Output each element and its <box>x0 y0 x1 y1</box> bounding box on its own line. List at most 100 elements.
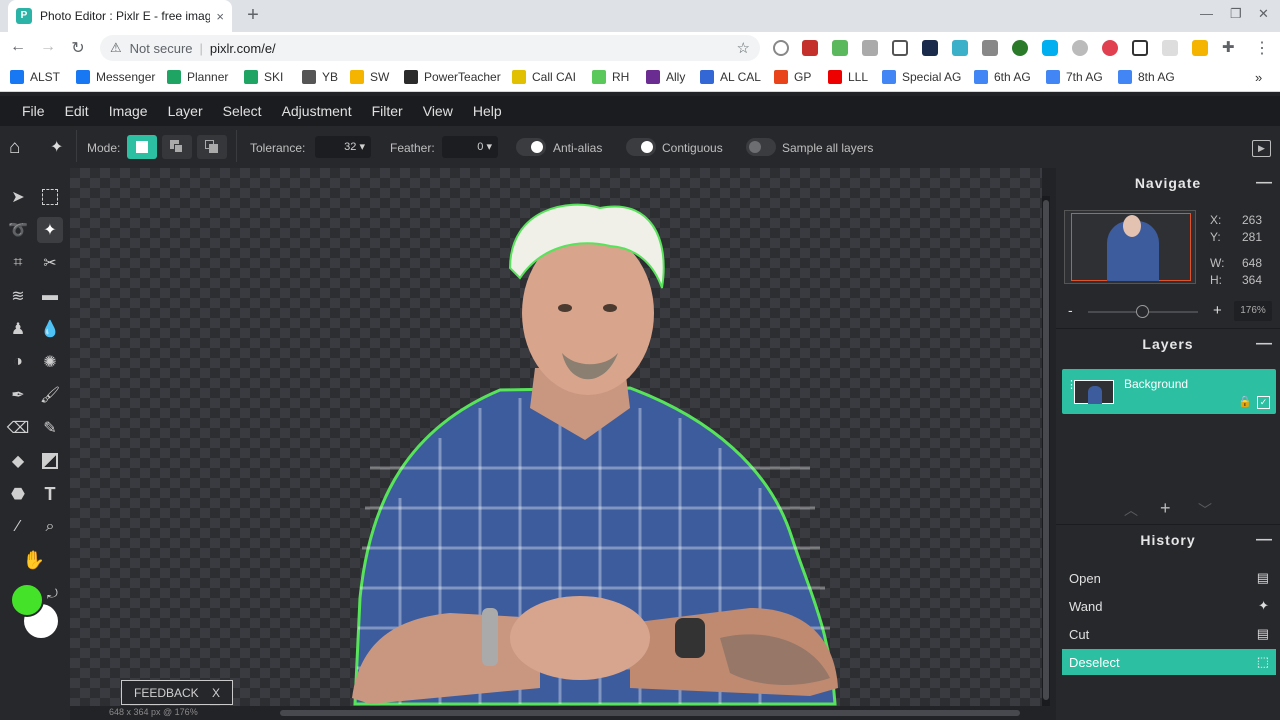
pen-tool-icon[interactable]: ✒ <box>5 382 31 408</box>
crop-tool-icon[interactable]: ⌗ <box>5 250 31 276</box>
forward-icon[interactable]: → <box>38 38 58 56</box>
bookmark-6th-ag[interactable]: 6th AG <box>974 70 1031 84</box>
bookmark-ski[interactable]: SKI <box>244 70 283 84</box>
address-bar[interactable]: ⚠ Not secure | pixlr.com/e/ ☆ <box>100 35 760 61</box>
layer-item-background[interactable]: ⋮ Background 🔒 ✓ <box>1062 369 1276 414</box>
primary-color-swatch[interactable] <box>10 583 44 617</box>
text-tool-icon[interactable]: T <box>37 481 63 507</box>
menu-help[interactable]: Help <box>473 103 502 119</box>
hand-tool-icon[interactable]: ✋ <box>21 547 47 573</box>
navigator-thumbnail[interactable] <box>1064 210 1196 284</box>
restore-icon[interactable]: ❐ <box>1230 6 1242 22</box>
zoom-input[interactable]: 176% <box>1234 301 1272 321</box>
eyedropper-icon[interactable]: ⁄ <box>5 514 31 540</box>
bookmark-sw[interactable]: SW <box>350 70 389 84</box>
bookmark-rh[interactable]: RH <box>592 70 629 84</box>
menu-edit[interactable]: Edit <box>65 103 89 119</box>
visibility-checkbox-icon[interactable]: ✓ <box>1257 396 1270 409</box>
tolerance-dropdown[interactable]: 32 ▾ <box>315 136 371 158</box>
arrange-tool-icon[interactable]: ➤ <box>5 184 31 210</box>
add-layer-icon[interactable]: + <box>1160 498 1171 519</box>
back-icon[interactable]: ← <box>8 38 28 56</box>
cutout-scissors-icon[interactable]: ✂ <box>37 250 63 276</box>
mode-subtract-selection-button[interactable] <box>197 135 227 159</box>
history-item[interactable]: Open ▤ <box>1062 565 1276 591</box>
move-layer-up-icon[interactable]: ︿ <box>1124 500 1138 520</box>
fill-bucket-icon[interactable]: ◆ <box>5 448 31 474</box>
bookmark-7th-ag[interactable]: 7th AG <box>1046 70 1103 84</box>
zoom-tool-icon[interactable]: ⌕ <box>37 514 63 540</box>
history-collapse-icon[interactable]: — <box>1256 531 1272 549</box>
extension-icon[interactable] <box>832 40 848 56</box>
home-icon[interactable]: ⌂ <box>9 137 20 159</box>
brush-tool-icon[interactable]: 🖌 <box>37 382 63 408</box>
heal-tool-icon[interactable]: ▬ <box>37 283 63 309</box>
lock-icon[interactable]: 🔒 <box>1238 395 1252 408</box>
grid-icon[interactable] <box>1132 40 1148 56</box>
sponge-tool-icon[interactable]: ✺ <box>37 349 63 375</box>
bookmark-star-icon[interactable]: ☆ <box>737 39 750 57</box>
tab-close-icon[interactable]: × <box>216 9 224 24</box>
bookmark-special-ag[interactable]: Special AG <box>882 70 961 84</box>
zoom-out-button[interactable]: - <box>1068 302 1073 318</box>
skype-icon[interactable] <box>1042 40 1058 56</box>
bookmark-alst[interactable]: ALST <box>10 70 60 84</box>
feedback-close-icon[interactable]: X <box>212 686 220 700</box>
history-item[interactable]: Cut ▤ <box>1062 621 1276 647</box>
browser-tab[interactable]: P Photo Editor : Pixlr E - free image × <box>8 0 232 32</box>
menu-adjustment[interactable]: Adjustment <box>282 103 352 119</box>
bookmark-al-cal[interactable]: AL CAL <box>700 70 761 84</box>
history-item[interactable]: Wand ✦ <box>1062 593 1276 619</box>
extension-icon[interactable] <box>982 40 998 56</box>
swap-colors-icon[interactable]: ⤾ <box>47 586 58 602</box>
zoom-in-button[interactable]: + <box>1213 302 1222 319</box>
smart-brush-icon[interactable]: ✎ <box>37 415 63 441</box>
menu-layer[interactable]: Layer <box>168 103 203 119</box>
bookmark-yb[interactable]: YB <box>302 70 338 84</box>
anti-alias-toggle[interactable] <box>516 138 546 156</box>
menu-filter[interactable]: Filter <box>372 103 403 119</box>
navigate-collapse-icon[interactable]: — <box>1256 174 1272 192</box>
zoom-slider-handle[interactable] <box>1136 305 1149 318</box>
extension-icon[interactable] <box>773 40 789 56</box>
wand-tool-icon[interactable]: ✦ <box>37 217 63 243</box>
extension-icon[interactable] <box>1162 40 1178 56</box>
extension-icon[interactable] <box>802 40 818 56</box>
minimize-icon[interactable]: — <box>1200 6 1213 21</box>
marquee-tool-icon[interactable] <box>37 184 63 210</box>
close-window-icon[interactable]: ✕ <box>1258 6 1269 22</box>
mode-new-selection-button[interactable] <box>127 135 157 159</box>
history-item-active[interactable]: Deselect ⬚ <box>1062 649 1276 675</box>
dodge-burn-icon[interactable]: ◑ <box>5 349 31 375</box>
lasso-tool-icon[interactable]: ➰ <box>5 217 31 243</box>
bookmark-planner[interactable]: Planner <box>167 70 228 84</box>
move-layer-down-icon[interactable]: ﹀ <box>1198 500 1212 520</box>
layers-collapse-icon[interactable]: — <box>1256 335 1272 353</box>
navigate-header[interactable]: Navigate <box>1056 168 1280 198</box>
gradient-tool-icon[interactable] <box>37 448 63 474</box>
bookmark-gp[interactable]: GP <box>774 70 811 84</box>
puzzle-icon[interactable]: ✚ <box>1222 38 1235 56</box>
bookmark-call-cai[interactable]: Call CAI <box>512 70 576 84</box>
mode-add-selection-button[interactable] <box>162 135 192 159</box>
contiguous-toggle[interactable] <box>626 138 656 156</box>
horizontal-scrollbar[interactable] <box>70 706 1042 720</box>
menu-image[interactable]: Image <box>109 103 148 119</box>
eraser-tool-icon[interactable]: ⌫ <box>5 415 31 441</box>
feedback-button[interactable]: FEEDBACK X <box>121 680 233 705</box>
vertical-scrollbar[interactable] <box>1042 196 1050 706</box>
extension-icon[interactable] <box>1102 40 1118 56</box>
more-bookmarks-icon[interactable]: » <box>1255 70 1262 85</box>
bookmark-powerteacher[interactable]: PowerTeacher <box>404 70 501 84</box>
extension-icon[interactable] <box>952 40 968 56</box>
bookmark-messenger[interactable]: Messenger <box>76 70 155 84</box>
extension-icon[interactable] <box>1072 40 1088 56</box>
feather-dropdown[interactable]: 0 ▾ <box>442 136 498 158</box>
sample-all-layers-toggle[interactable] <box>746 138 776 156</box>
bookmark-8th-ag[interactable]: 8th AG <box>1118 70 1175 84</box>
menu-view[interactable]: View <box>423 103 453 119</box>
layers-header[interactable]: Layers <box>1056 329 1280 359</box>
new-tab-button[interactable]: + <box>242 4 264 27</box>
bookmark-lll[interactable]: LLL <box>828 70 868 84</box>
collapse-panel-icon[interactable]: ▶ <box>1252 140 1271 157</box>
